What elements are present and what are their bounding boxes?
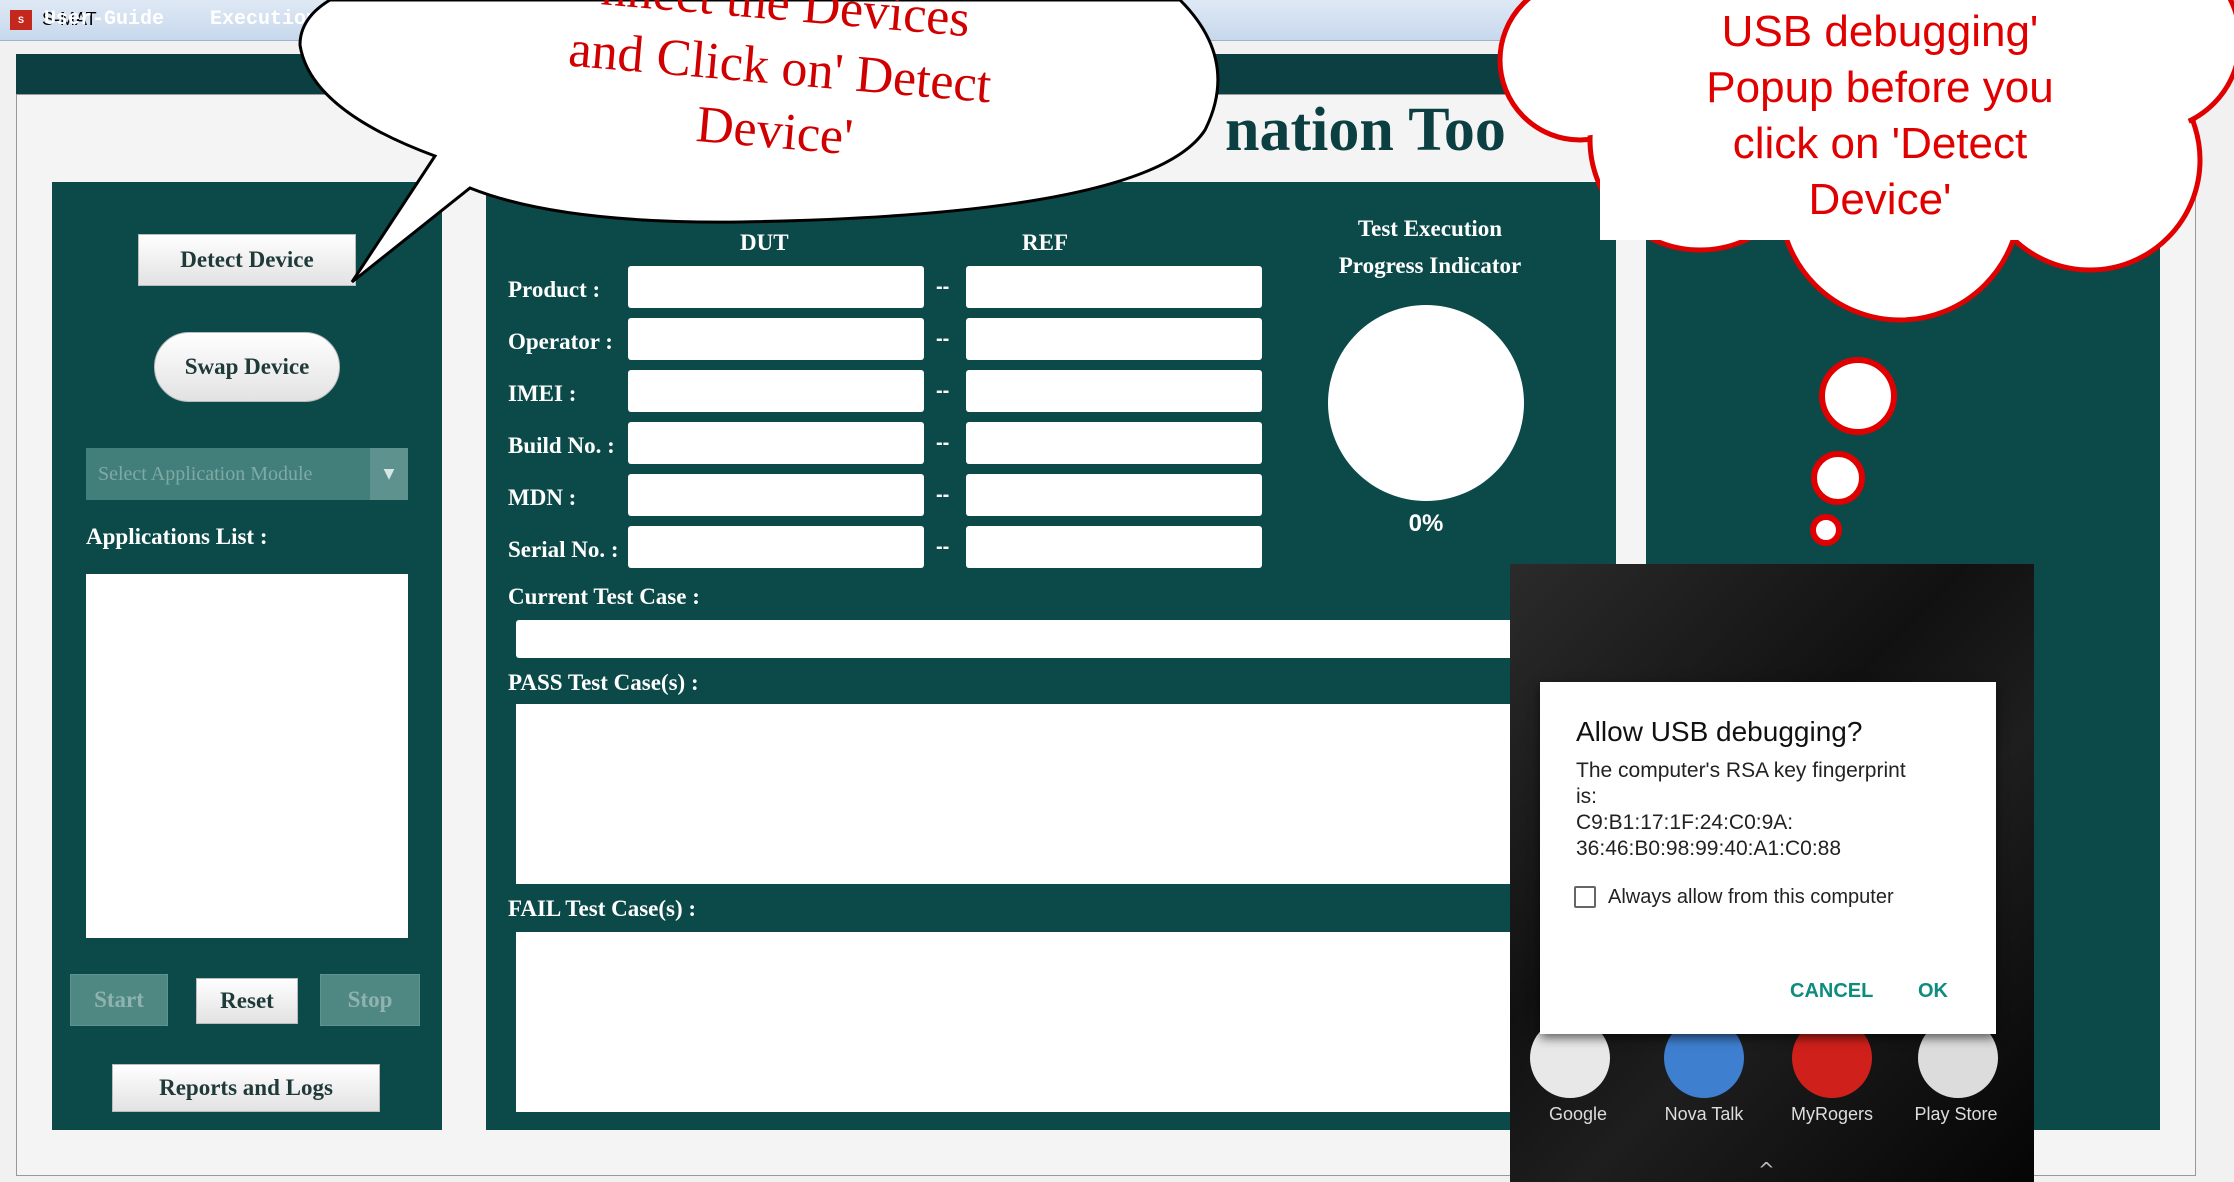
thought-bubble-dot bbox=[1811, 451, 1865, 505]
callout-right-line: click on 'Detect bbox=[1732, 119, 2028, 168]
callout-right-line: USB debugging' bbox=[1721, 7, 2039, 56]
callout-right-line: Device' bbox=[1808, 175, 1952, 224]
thought-bubble-dot bbox=[1819, 357, 1897, 435]
callout-right-text: USB debugging' Popup before you click on… bbox=[1640, 4, 2120, 228]
callout-right-line: Popup before you bbox=[1706, 63, 2054, 112]
thought-bubble-dot bbox=[1810, 514, 1842, 546]
